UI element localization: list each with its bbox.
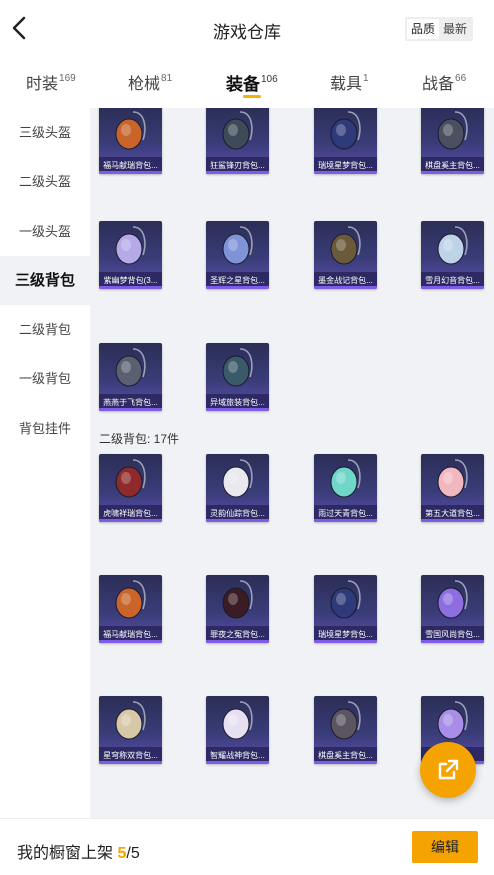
edit-button[interactable]: 编辑 [412, 831, 478, 863]
sidebar-item-helmet-lv1[interactable]: 一级头盔 [0, 207, 90, 256]
item-card[interactable]: 雨过天青背包... [314, 454, 377, 522]
showcase-total-count: /5 [126, 845, 140, 862]
tab-active-indicator [243, 95, 261, 98]
quality-bar [314, 519, 377, 522]
sidebar-item-helmet-lv3[interactable]: 三级头盔 [0, 108, 90, 157]
item-card[interactable]: 雪月幻音背包... [421, 221, 484, 289]
item-card[interactable]: 异域旅装背包... [206, 343, 269, 411]
quality-bar [99, 761, 162, 764]
quality-bar [314, 286, 377, 289]
tab-vehicles[interactable]: 载具1 [330, 70, 369, 94]
sidebar-item-backpack-lv1[interactable]: 一级背包 [0, 354, 90, 403]
item-card[interactable]: 星穹称双背包... [99, 696, 162, 764]
item-card[interactable]: 灵韵仙踪背包... [206, 454, 269, 522]
tab-label: 枪械 [128, 76, 161, 93]
quality-bar [99, 408, 162, 411]
quality-bar [206, 408, 269, 411]
tab-label: 战备 [422, 76, 455, 93]
header-bar: 游戏仓库 品质 最新 [0, 0, 494, 58]
quality-bar [206, 761, 269, 764]
item-card[interactable]: 智耀战神背包... [206, 696, 269, 764]
item-card[interactable]: 圣辉之星背包... [206, 221, 269, 289]
tab-supplies[interactable]: 战备66 [422, 70, 466, 94]
item-card[interactable]: 狂鲨锋刃背包... [206, 108, 269, 174]
tab-count: 106 [261, 74, 278, 85]
quality-bar [99, 519, 162, 522]
quality-bar [99, 286, 162, 289]
quality-bar [314, 171, 377, 174]
tab-label: 装备 [226, 75, 260, 94]
sidebar-item-helmet-lv2[interactable]: 二级头盔 [0, 157, 90, 206]
item-card[interactable]: 墨金战记背包... [314, 221, 377, 289]
share-external-icon [438, 759, 459, 780]
category-tabs: 时装169 枪械81 装备106 载具1 战备66 [0, 58, 494, 108]
item-card[interactable]: 第五大道背包... [421, 454, 484, 522]
quality-bar [206, 286, 269, 289]
quality-bar [421, 519, 484, 522]
item-card[interactable]: 福马献瑞背包... [99, 575, 162, 643]
quality-bar [206, 519, 269, 522]
quality-bar [99, 640, 162, 643]
tab-fashion[interactable]: 时装169 [26, 70, 76, 94]
showcase-status: 我的橱窗上架 5/5 [17, 839, 140, 863]
quality-bar [99, 171, 162, 174]
item-card[interactable]: 瑞境星梦背包... [314, 108, 377, 174]
showcase-footer: 我的橱窗上架 5/5 编辑 [0, 818, 494, 875]
quality-bar [421, 640, 484, 643]
tab-count: 81 [161, 73, 173, 84]
item-card[interactable]: 紫幽梦背包(3... [99, 221, 162, 289]
item-card[interactable]: 福马献瑞背包... [99, 108, 162, 174]
item-card[interactable]: 罪夜之冤背包... [206, 575, 269, 643]
item-card[interactable]: 瑞境星梦背包... [314, 575, 377, 643]
sidebar-item-backpack-lv3[interactable]: 三级背包 [0, 255, 90, 306]
tab-weapons[interactable]: 枪械81 [128, 70, 172, 94]
tab-equipment[interactable]: 装备106 [226, 70, 278, 95]
item-card[interactable]: 燕燕于飞背包... [99, 343, 162, 411]
tab-count: 1 [363, 73, 369, 84]
sidebar-item-backpack-lv2[interactable]: 二级背包 [0, 305, 90, 354]
quality-bar [314, 640, 377, 643]
item-card[interactable]: 虎啸祥瑞背包... [99, 454, 162, 522]
section-label-backpack-lv2: 二级背包: 17件 [99, 432, 180, 446]
sidebar-item-backpack-charm[interactable]: 背包挂件 [0, 404, 90, 453]
item-card[interactable]: 棋盘奚主背包... [314, 696, 377, 764]
subcategory-sidebar: 三级头盔 二级头盔 一级头盔 三级背包 二级背包 一级背包 背包挂件 [0, 108, 90, 818]
showcase-label: 我的橱窗上架 [17, 845, 114, 862]
tab-count: 66 [455, 73, 467, 84]
tab-label: 时装 [26, 76, 59, 93]
sort-latest-button[interactable]: 最新 [439, 19, 471, 39]
quality-bar [206, 640, 269, 643]
sort-quality-button[interactable]: 品质 [407, 19, 440, 39]
item-grid: 二级背包: 17件 福马献瑞背包... 狂鲨锋刃背包... 瑞境星梦背包... 棋盘奚… [90, 108, 494, 818]
share-button[interactable] [420, 742, 476, 798]
item-card[interactable]: 棋盘奚主背包... [421, 108, 484, 174]
quality-bar [314, 761, 377, 764]
quality-bar [421, 171, 484, 174]
item-card[interactable]: 雪国风尚背包... [421, 575, 484, 643]
tab-count: 169 [59, 73, 76, 84]
quality-bar [206, 171, 269, 174]
tab-label: 载具 [330, 76, 363, 93]
sort-toggle: 品质 最新 [405, 17, 474, 41]
quality-bar [421, 286, 484, 289]
